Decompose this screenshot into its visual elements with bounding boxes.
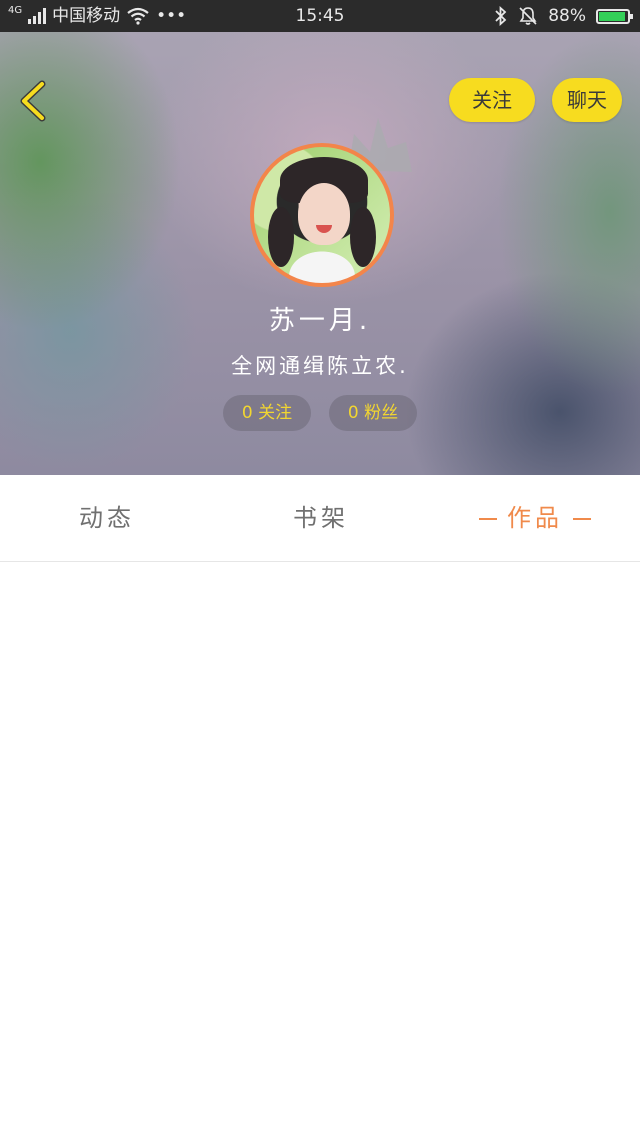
chat-button[interactable]: 聊天 bbox=[552, 78, 622, 122]
user-signature: 全网通缉陈立农. bbox=[231, 354, 409, 378]
following-count[interactable]: 0 关注 bbox=[223, 395, 311, 431]
tab-works-label: 作品 bbox=[507, 504, 563, 532]
username: 苏一月. bbox=[268, 306, 372, 336]
status-bar: 4G 中国移动 ••• 15:45 88% bbox=[0, 0, 640, 32]
tab-bookshelf[interactable]: 书架 bbox=[261, 475, 381, 562]
active-tab-dash-right bbox=[573, 518, 591, 520]
back-button[interactable] bbox=[16, 80, 52, 122]
battery-percent: 88% bbox=[548, 6, 586, 26]
profile-tabs: 动态 书架 作品 bbox=[0, 475, 640, 562]
chevron-left-icon bbox=[20, 80, 46, 122]
tab-dynamic[interactable]: 动态 bbox=[47, 475, 167, 562]
tab-content-area bbox=[0, 562, 640, 1138]
tab-works[interactable]: 作品 bbox=[455, 475, 615, 562]
bluetooth-icon bbox=[495, 6, 507, 26]
mute-bell-icon bbox=[519, 7, 537, 25]
active-tab-dash-left bbox=[479, 518, 497, 520]
avatar[interactable] bbox=[250, 143, 394, 287]
follow-button[interactable]: 关注 bbox=[449, 78, 535, 122]
status-right: 88% bbox=[494, 0, 633, 32]
profile-header: 关注 聊天 苏一月. 全网通缉陈立农. 0 关注 0 粉丝 bbox=[0, 32, 640, 475]
battery-icon bbox=[596, 8, 633, 24]
fans-count[interactable]: 0 粉丝 bbox=[329, 395, 417, 431]
profile-page: 4G 中国移动 ••• 15:45 88% 关注 聊天 苏一月. 全网通缉陈立农… bbox=[0, 0, 640, 1138]
